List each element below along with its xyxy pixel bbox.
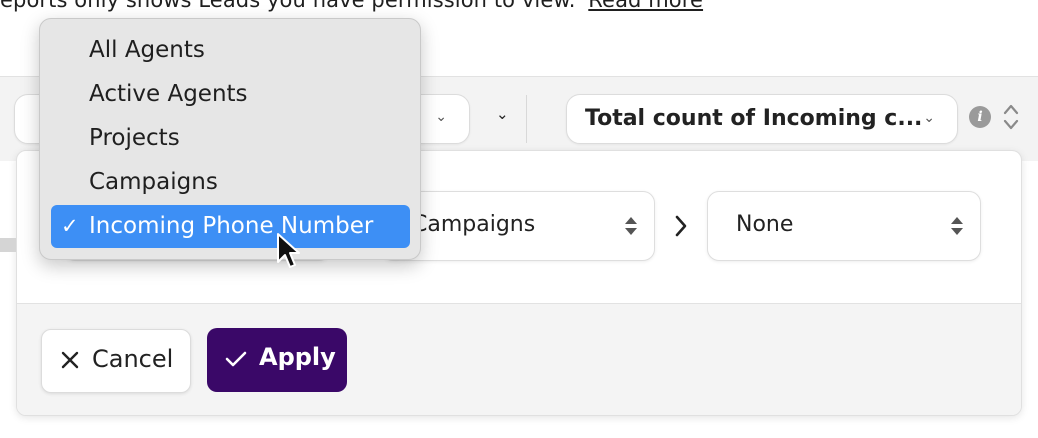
updown-icon bbox=[951, 217, 963, 235]
apply-button-label: Apply bbox=[259, 343, 336, 371]
menu-item-campaigns[interactable]: Campaigns bbox=[89, 169, 218, 195]
read-more-link[interactable]: Read more bbox=[588, 0, 703, 12]
chevron-down-icon: ⌄ bbox=[435, 109, 447, 125]
group-by-dropdown-menu: All Agents Active Agents Projects Campai… bbox=[39, 18, 421, 260]
background-fragment bbox=[0, 238, 16, 252]
chevron-down-icon: ⌄ bbox=[923, 110, 935, 126]
permission-notice-text: eports only shows Leads you have permiss… bbox=[0, 0, 576, 12]
cancel-button-label: Cancel bbox=[92, 345, 174, 373]
apply-button[interactable]: Apply bbox=[207, 328, 347, 392]
menu-item-active-agents[interactable]: Active Agents bbox=[89, 81, 248, 107]
group-level-3-select[interactable]: None bbox=[707, 191, 981, 261]
chevron-down-icon[interactable]: ⌄ bbox=[496, 105, 509, 123]
chevron-right-icon bbox=[675, 215, 687, 237]
updown-icon bbox=[625, 217, 637, 235]
close-icon bbox=[61, 351, 79, 369]
updown-icon[interactable] bbox=[1002, 102, 1020, 132]
checkmark-icon: ✓ bbox=[61, 214, 79, 238]
menu-item-all-agents[interactable]: All Agents bbox=[89, 37, 205, 63]
info-icon[interactable]: i bbox=[969, 106, 991, 128]
group-level-2-select[interactable]: Campaigns bbox=[381, 191, 655, 261]
metric-select-label: Total count of Incoming c... bbox=[585, 106, 923, 131]
check-icon bbox=[225, 351, 247, 367]
menu-item-projects[interactable]: Projects bbox=[89, 125, 180, 151]
toolbar-divider bbox=[526, 95, 527, 143]
group-level-3-value: None bbox=[736, 212, 794, 237]
menu-item-incoming-phone-number[interactable]: ✓ Incoming Phone Number bbox=[51, 205, 410, 248]
metric-select[interactable]: Total count of Incoming c... ⌄ bbox=[566, 94, 958, 144]
menu-item-label: Incoming Phone Number bbox=[89, 213, 374, 239]
group-level-2-value: Campaigns bbox=[412, 212, 536, 237]
cancel-button[interactable]: Cancel bbox=[41, 329, 191, 393]
cursor-icon bbox=[277, 233, 300, 268]
permission-notice: eports only shows Leads you have permiss… bbox=[0, 0, 703, 12]
